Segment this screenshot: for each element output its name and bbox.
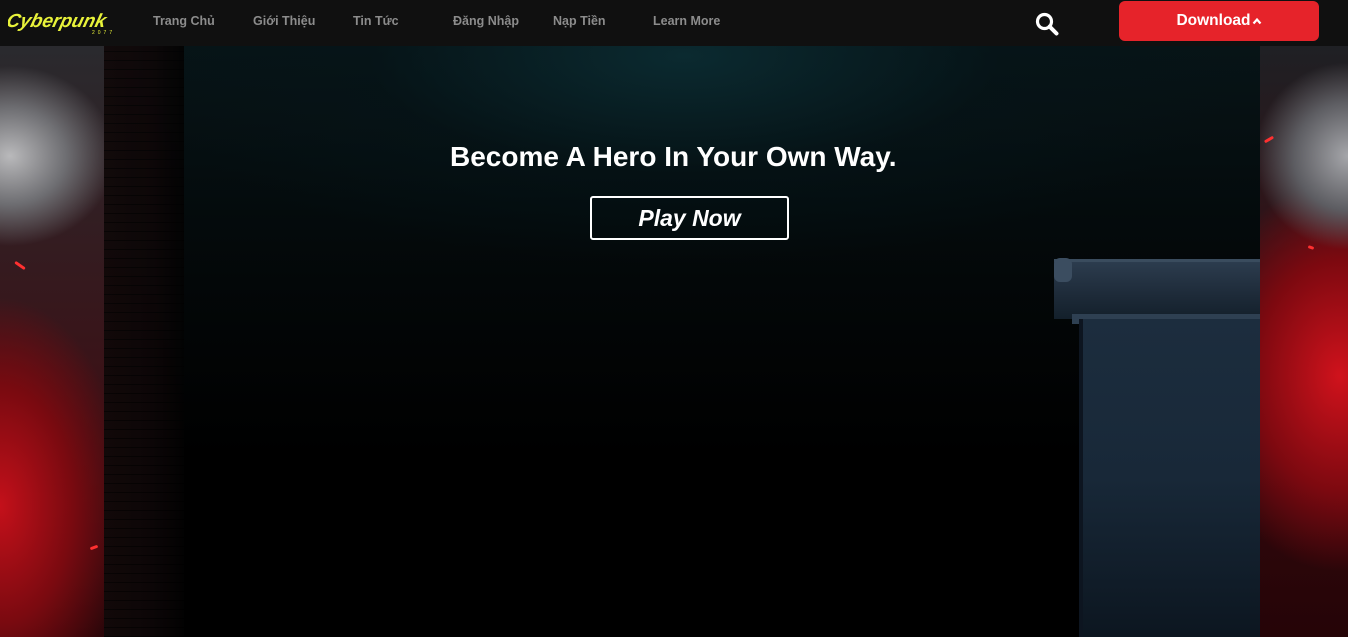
dumpster-image <box>1054 259 1260 319</box>
nav-item-trang-chu[interactable]: Trang Chủ <box>153 14 215 28</box>
nav-item-gioi-thieu[interactable]: Giới Thiệu <box>253 14 315 28</box>
brick-wall-image <box>104 46 184 637</box>
nav-item-dang-nhap[interactable]: Đăng Nhập <box>453 14 519 28</box>
left-side-artwork <box>0 46 104 637</box>
search-icon[interactable] <box>1034 11 1060 37</box>
right-side-artwork <box>1260 46 1348 637</box>
logo-wordmark: Cyberpunk <box>8 11 110 32</box>
hero-title: Become A Hero In Your Own Way. <box>450 141 897 172</box>
cyberpunk-logo[interactable]: Cyberpunk 2077 <box>8 8 126 36</box>
top-navbar: Cyberpunk 2077 Trang Chủ Giới Thiệu Tin … <box>0 0 1348 46</box>
play-now-button[interactable]: Play Now <box>590 196 789 240</box>
chevron-up-icon <box>1252 17 1262 25</box>
nav-item-nap-tien[interactable]: Nạp Tiền <box>553 14 606 28</box>
nav-item-tin-tuc[interactable]: Tin Tức <box>353 14 399 28</box>
nav-item-learn-more[interactable]: Learn More <box>653 14 720 28</box>
hero-section: Become A Hero In Your Own Way. Play Now <box>104 46 1260 637</box>
download-button[interactable]: Download <box>1119 1 1319 41</box>
download-label: Download <box>1176 12 1251 29</box>
logo-subtext: 2077 <box>92 30 115 36</box>
